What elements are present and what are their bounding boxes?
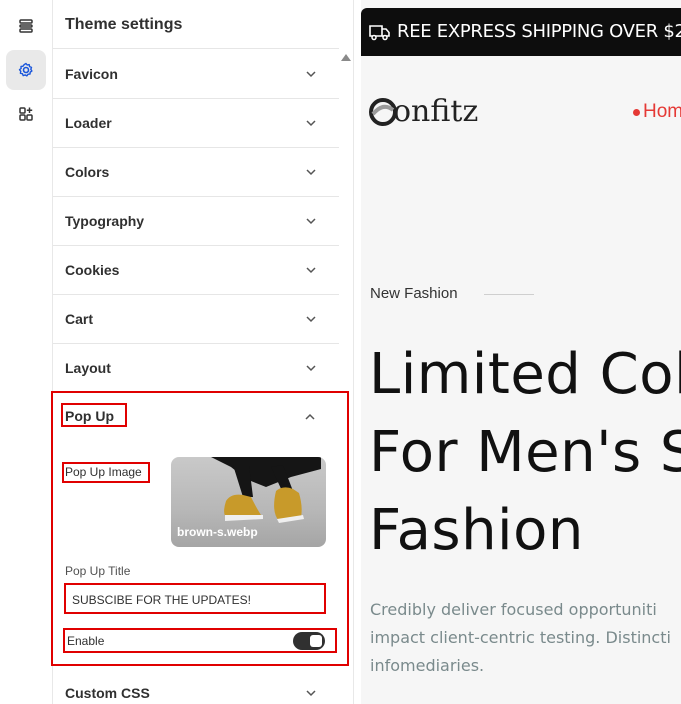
nav-active-dot: [633, 109, 640, 116]
sections-button[interactable]: [6, 6, 46, 46]
store-logo[interactable]: onfitz: [369, 88, 499, 134]
popup-enable-label: Enable: [67, 634, 105, 648]
kicker-divider: [484, 294, 534, 295]
chevron-down-icon: [305, 312, 317, 324]
truck-icon: [369, 25, 390, 41]
popup-image-picker[interactable]: brown-s.webp: [171, 457, 326, 547]
panel-title: Theme settings: [65, 16, 183, 33]
chevron-down-icon: [305, 263, 317, 275]
chevron-down-icon: [305, 361, 317, 373]
toggle-knob: [310, 635, 322, 647]
section-label: Cart: [65, 311, 94, 327]
popup-enable-row: Enable: [63, 628, 337, 653]
paragraph-line: impact client-centric testing. Distincti: [370, 628, 671, 647]
apps-add-icon: [19, 107, 33, 121]
apps-button[interactable]: [6, 94, 46, 134]
icon-rail: [0, 0, 53, 704]
chevron-up-icon[interactable]: [304, 410, 316, 422]
section-layout[interactable]: Layout: [53, 343, 339, 393]
hero-headline: Limited Col For Men's S Fashion: [369, 336, 681, 570]
popup-image-filename: brown-s.webp: [177, 525, 258, 539]
popup-image-label: Pop Up Image: [65, 465, 142, 479]
scroll-up-arrow[interactable]: [341, 54, 351, 61]
popup-title-label: Pop Up Title: [65, 564, 131, 578]
chevron-down-icon: [305, 686, 317, 698]
section-typography[interactable]: Typography: [53, 196, 339, 246]
headline-line: Limited Col: [369, 342, 681, 407]
hero-paragraph: Credibly deliver focused opportuniti imp…: [370, 596, 671, 680]
section-label: Custom CSS: [65, 685, 150, 701]
section-label: Loader: [65, 115, 112, 131]
popup-title-input[interactable]: SUBSCIBE FOR THE UPDATES!: [64, 583, 326, 614]
section-cookies[interactable]: Cookies: [53, 245, 339, 295]
popup-title-value: SUBSCIBE FOR THE UPDATES!: [72, 593, 251, 607]
section-label: Favicon: [65, 66, 118, 82]
section-label: Typography: [65, 213, 145, 229]
gear-icon: [18, 62, 33, 77]
chevron-down-icon: [305, 214, 317, 226]
nav-home-link[interactable]: Hom: [643, 101, 681, 123]
popup-enable-toggle[interactable]: [293, 632, 325, 650]
section-colors[interactable]: Colors: [53, 147, 339, 197]
storefront-preview: REE EXPRESS SHIPPING OVER $2 onfitz Hom …: [361, 0, 681, 704]
section-loader[interactable]: Loader: [53, 98, 339, 148]
section-label: Layout: [65, 360, 111, 376]
section-label: Cookies: [65, 262, 120, 278]
headline-line: Fashion: [369, 498, 584, 563]
logo-text: onfitz: [393, 94, 479, 129]
hero-kicker: New Fashion: [370, 285, 458, 302]
headline-line: For Men's S: [369, 420, 681, 485]
sections-icon: [19, 19, 33, 33]
chevron-down-icon: [305, 67, 317, 79]
section-custom-css[interactable]: Custom CSS: [53, 676, 339, 704]
chevron-down-icon: [305, 116, 317, 128]
paragraph-line: Credibly deliver focused opportuniti: [370, 600, 657, 619]
chevron-down-icon: [305, 165, 317, 177]
theme-settings-button[interactable]: [6, 50, 46, 90]
section-favicon[interactable]: Favicon: [53, 49, 339, 99]
announcement-text: REE EXPRESS SHIPPING OVER $2: [397, 21, 681, 42]
announcement-bar: REE EXPRESS SHIPPING OVER $2: [361, 8, 681, 56]
section-popup-toggle[interactable]: Pop Up: [65, 408, 114, 424]
section-label: Colors: [65, 164, 110, 180]
paragraph-line: infomediaries.: [370, 656, 485, 675]
section-cart[interactable]: Cart: [53, 294, 339, 344]
